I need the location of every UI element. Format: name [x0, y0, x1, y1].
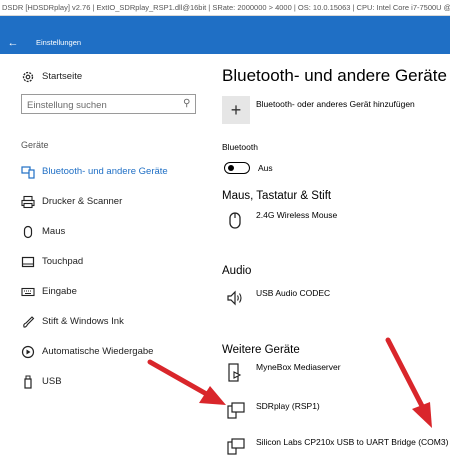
device-item[interactable]: Silicon Labs CP210x USB to UART Bridge (…: [222, 437, 450, 463]
sidebar-item-label: USB: [42, 376, 62, 387]
sidebar-item-autoplay[interactable]: Automatische Wiedergabe: [0, 341, 214, 365]
sidebar-item-mouse[interactable]: Maus: [0, 221, 214, 245]
media-server-icon: [226, 362, 244, 382]
device-icon: [226, 437, 245, 457]
bluetooth-label: Bluetooth: [222, 142, 258, 152]
sidebar-item-home[interactable]: Startseite: [0, 66, 214, 90]
mouse-icon: [21, 225, 35, 239]
device-name: MyneBox Mediaserver: [256, 362, 341, 372]
sidebar-item-bluetooth[interactable]: Bluetooth- und andere Geräte: [0, 161, 214, 185]
keyboard-icon: [21, 285, 35, 299]
toggle-knob: [228, 165, 234, 171]
device-name: 2.4G Wireless Mouse: [256, 210, 338, 220]
sidebar-item-input[interactable]: Eingabe: [0, 281, 214, 305]
device-item[interactable]: SDRplay (RSP1): [222, 401, 450, 427]
device-name: Silicon Labs CP210x USB to UART Bridge (…: [256, 437, 449, 447]
pen-icon: [21, 315, 35, 329]
usb-icon: [21, 375, 35, 389]
section-heading-other-devices: Weitere Geräte: [222, 344, 300, 356]
plus-icon: +: [222, 96, 250, 124]
sidebar-item-label: Maus: [42, 226, 66, 237]
sidebar-item-usb[interactable]: USB: [0, 371, 214, 395]
sidebar-item-label: Bluetooth- und andere Geräte: [42, 166, 168, 177]
sidebar-item-label: Drucker & Scanner: [42, 196, 123, 207]
bluetooth-toggle[interactable]: [224, 162, 250, 174]
add-device-label: Bluetooth- oder anderes Gerät hinzufügen: [256, 99, 415, 109]
device-icon: [226, 401, 245, 421]
search-input[interactable]: [22, 95, 179, 115]
section-heading-audio: Audio: [222, 265, 252, 277]
hdsdr-status-text: DSDR [HDSDRplay] v2.76 | ExtIO_SDRplay_R…: [2, 3, 450, 12]
sidebar-item-touchpad[interactable]: Touchpad: [0, 251, 214, 275]
sidebar-item-label: Eingabe: [42, 286, 77, 297]
printer-icon: [21, 195, 35, 209]
device-item[interactable]: MyneBox Mediaserver: [222, 362, 450, 388]
page-title: Bluetooth- und andere Geräte: [222, 66, 447, 85]
search-field[interactable]: ⚲: [21, 94, 196, 115]
title-bar: ← Einstellungen: [0, 32, 450, 54]
sidebar-item-label: Automatische Wiedergabe: [42, 346, 154, 357]
sidebar-item-label: Touchpad: [42, 256, 84, 267]
sidebar-item-label: Startseite: [42, 71, 83, 82]
window-title: Einstellungen: [36, 38, 82, 47]
add-device-button[interactable]: + Bluetooth- oder anderes Gerät hinzufüg…: [222, 96, 442, 124]
device-name: USB Audio CODEC: [256, 288, 331, 298]
gear-icon: [21, 70, 35, 84]
speaker-icon: [226, 288, 244, 308]
search-icon[interactable]: ⚲: [183, 98, 190, 109]
section-heading-mouse-keyboard-pen: Maus, Tastatur & Stift: [222, 190, 332, 202]
mouse-icon: [226, 210, 244, 230]
bluetooth-state: Aus: [258, 163, 273, 173]
touchpad-icon: [21, 255, 35, 269]
sidebar-item-label: Stift & Windows Ink: [42, 316, 124, 327]
back-button[interactable]: ←: [0, 32, 26, 54]
section-label-devices: Geräte: [21, 140, 49, 150]
device-item[interactable]: 2.4G Wireless Mouse: [222, 210, 450, 236]
hdsdr-status-bar: DSDR [HDSDRplay] v2.76 | ExtIO_SDRplay_R…: [0, 0, 450, 16]
sidebar-item-pen[interactable]: Stift & Windows Ink: [0, 311, 214, 335]
devices-icon: [21, 165, 35, 179]
device-name: SDRplay (RSP1): [256, 401, 320, 411]
sidebar-item-printers[interactable]: Drucker & Scanner: [0, 191, 214, 215]
window-top-strip: [0, 16, 450, 32]
device-item[interactable]: USB Audio CODEC: [222, 288, 450, 314]
autoplay-icon: [21, 345, 35, 359]
back-arrow-icon: ←: [7, 37, 19, 49]
